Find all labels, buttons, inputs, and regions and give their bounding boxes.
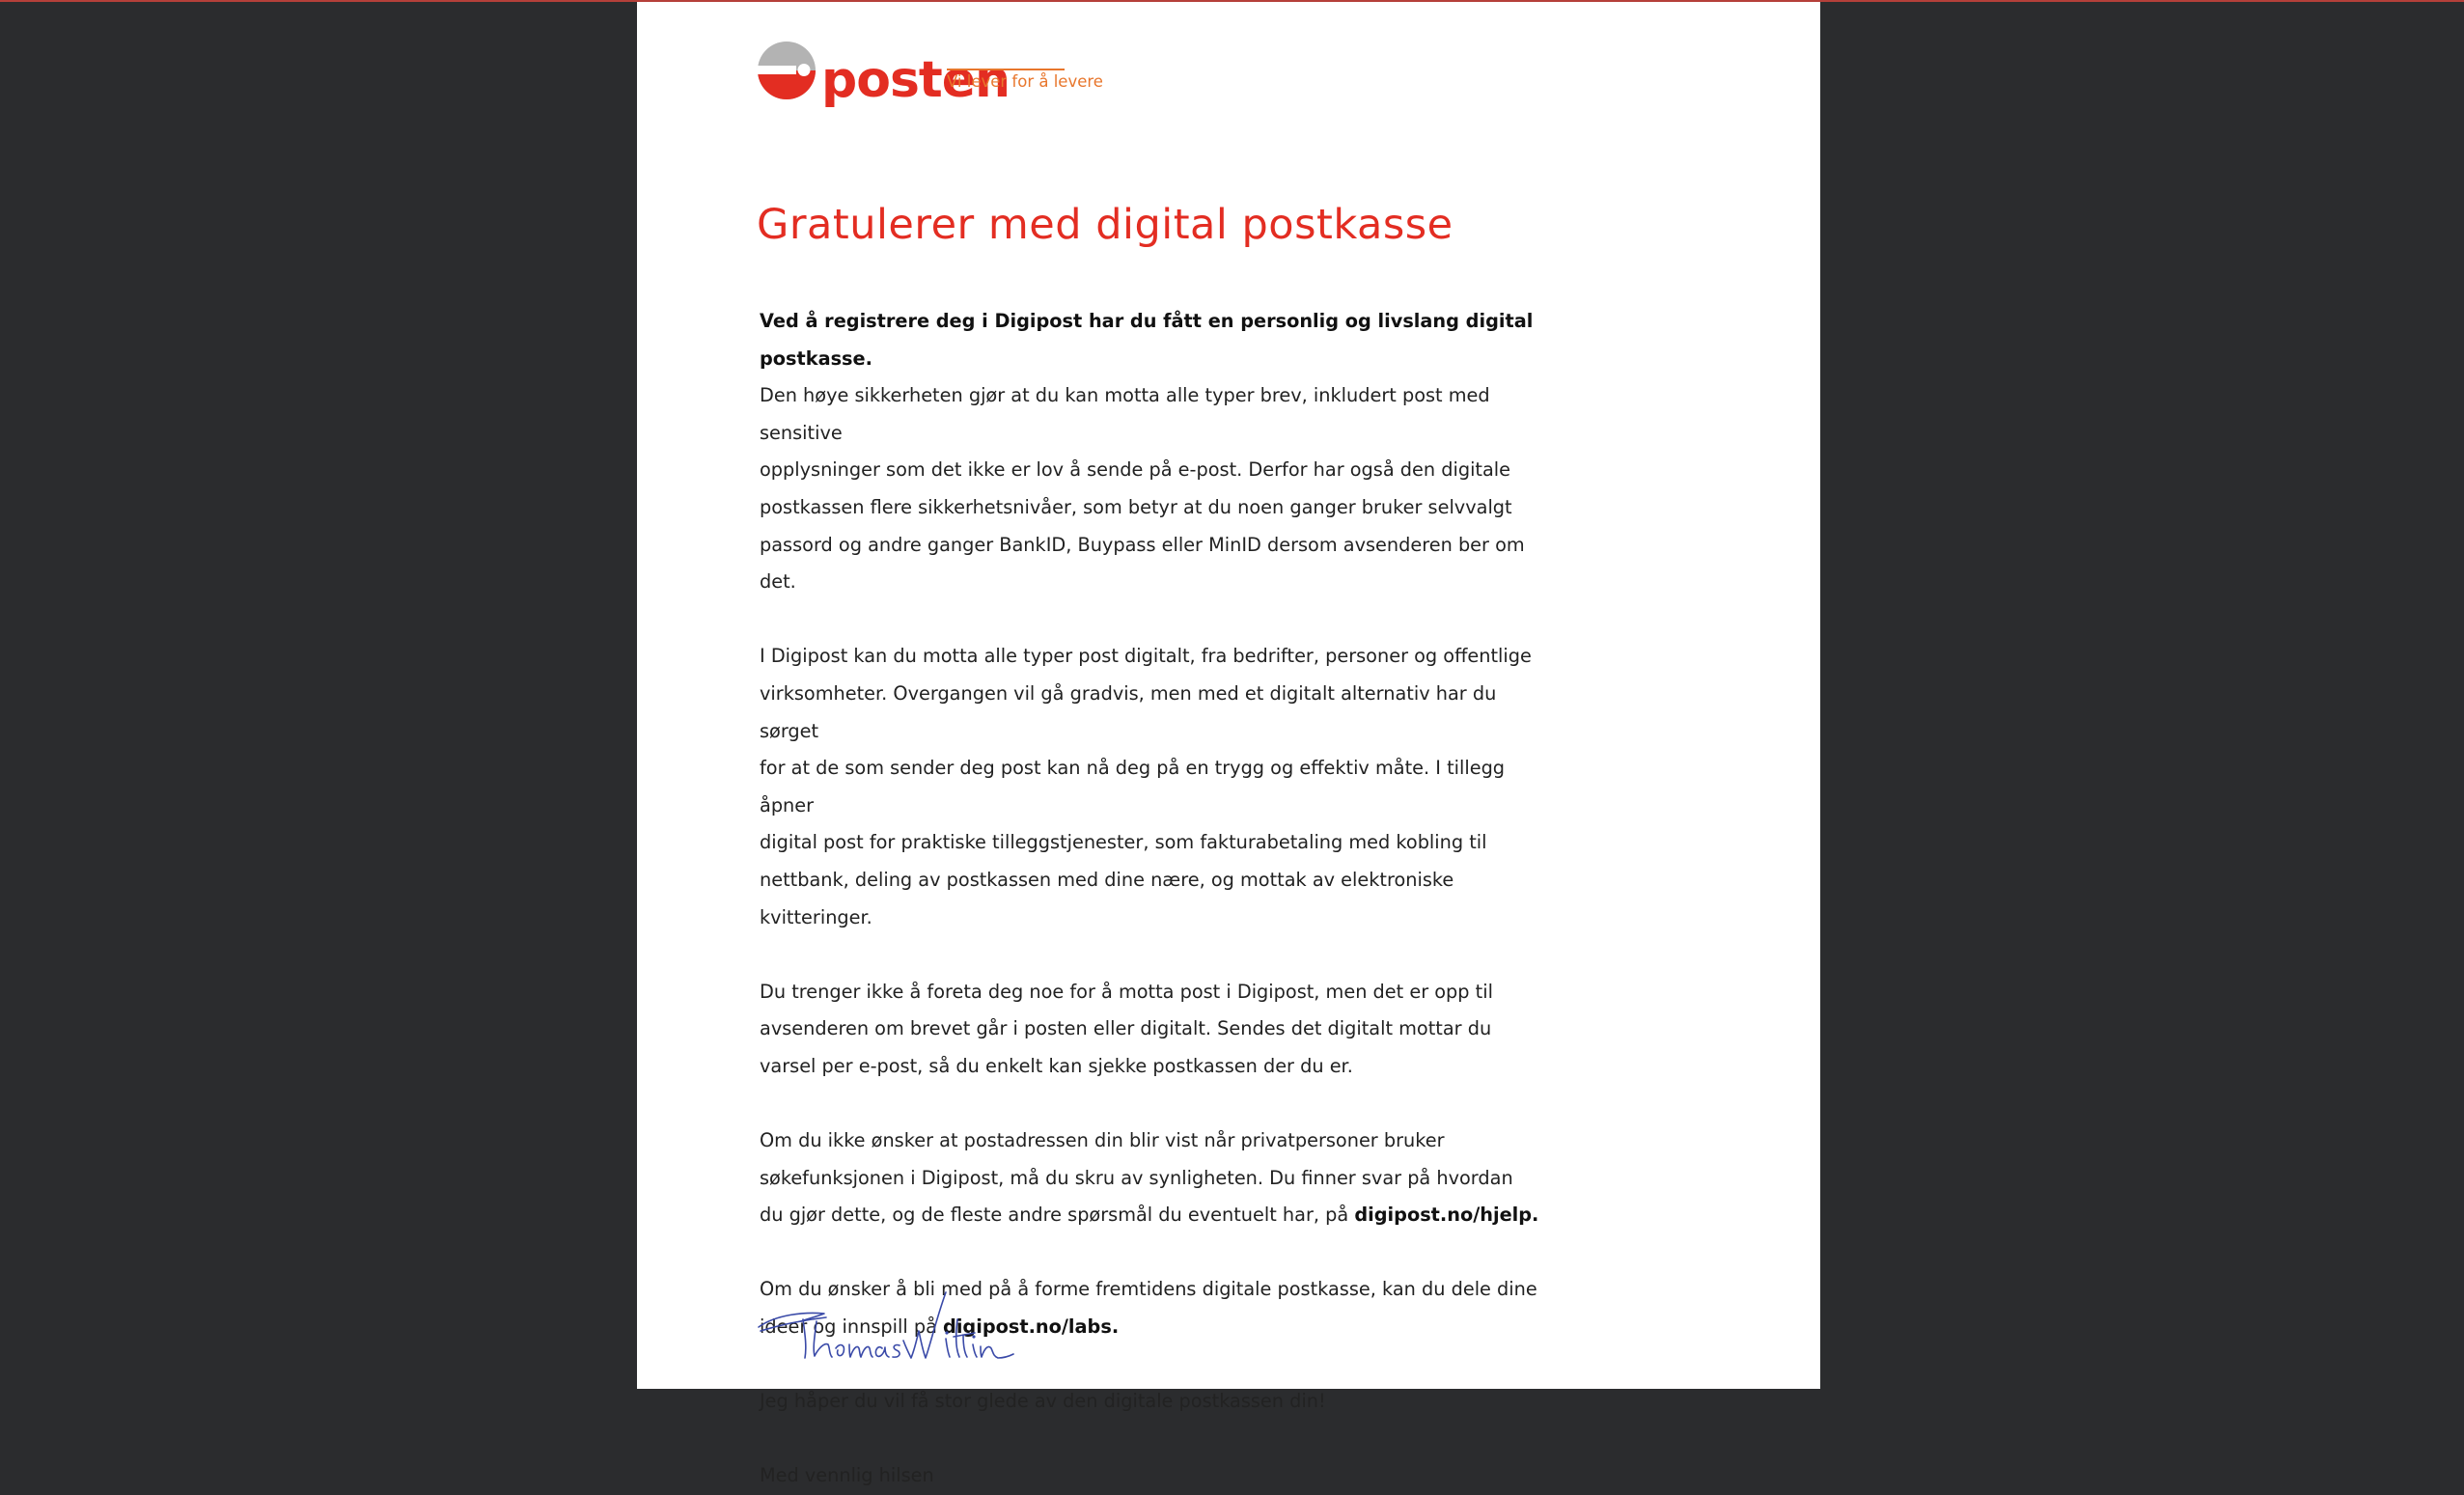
paragraph-line: Den høye sikkerheten gjør at du kan mott… [760,384,1490,444]
intro-lead: Ved å registrere deg i Digipost har du f… [760,310,1534,370]
paragraph-line: digital post for praktiske tilleggstjene… [760,831,1487,854]
closing-text: Med vennlig hilsen [760,1464,934,1487]
paragraph-no-action: Du trenger ikke å foreta deg noe for å m… [760,974,1551,1086]
handwritten-signature [757,1281,1017,1368]
posten-logo: posten Vi lever for å levere [758,37,1163,114]
paragraph-line: postkassen flere sikkerhetsnivåer, som b… [760,495,1512,518]
help-link[interactable]: digipost.no/hjelp. [1354,1204,1538,1226]
paragraph-line: du gjør dette, og de fleste andre spørsm… [760,1204,1355,1227]
paragraph-line: varsel per e-post, så du enkelt kan sjek… [760,1054,1353,1077]
paragraph-line: for at de som sender deg post kan nå deg… [760,757,1506,817]
paragraph-wish: Jeg håper du vil få stor glede av den di… [760,1383,1551,1421]
brand-tagline: Vi lever for å levere [947,72,1103,91]
letter-heading: Gratulerer med digital postkasse [757,201,1453,249]
paragraph-line: virksomheter. Overgangen vil gå gradvis,… [760,681,1497,742]
paragraph-line: avsenderen om brevet går i posten eller … [760,1017,1492,1040]
paragraph-line: Jeg håper du vil få stor glede av den di… [760,1390,1326,1413]
letter-page: posten Vi lever for å levere Gratulerer … [637,2,1820,1486]
paragraph-digital-post: I Digipost kan du motta alle typer post … [760,638,1551,936]
paragraph-line: søkefunksjonen i Digipost, må du skru av… [760,1166,1513,1189]
paragraph-line: nettbank, deling av postkassen med dine … [760,868,1454,928]
paragraph-visibility: Om du ikke ønsker at postadressen din bl… [760,1122,1551,1234]
closing-greeting: Med vennlig hilsen [760,1457,1551,1495]
paragraph-line: opplysninger som det ikke er lov å sende… [760,458,1511,482]
paragraph-line: I Digipost kan du motta alle typer post … [760,645,1532,668]
paragraph-line: Du trenger ikke å foreta deg noe for å m… [760,980,1493,1003]
paragraph-intro: Ved å registrere deg i Digipost har du f… [760,303,1551,601]
paragraph-line: passord og andre ganger BankID, Buypass … [760,533,1525,594]
paragraph-line: Om du ikke ønsker at postadressen din bl… [760,1129,1445,1152]
